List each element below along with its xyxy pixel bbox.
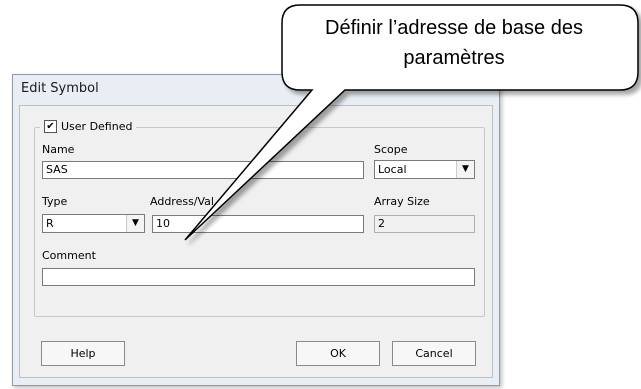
- callout-line-1: Définir l’adresse de base des: [325, 17, 583, 39]
- callout-line-2: paramètres: [403, 47, 505, 69]
- callout-text: Définir l’adresse de base des paramètres: [270, 13, 638, 73]
